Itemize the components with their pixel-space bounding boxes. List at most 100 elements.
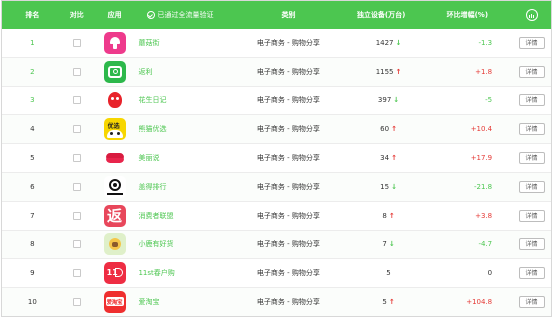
fanli-logo-icon[interactable] <box>103 60 126 83</box>
category-cell: 电子商务 - 购物分享 <box>256 125 320 134</box>
app-icon-cell <box>91 147 139 170</box>
detail-button[interactable]: 详情 <box>518 152 545 165</box>
detail-button[interactable]: 详情 <box>518 36 545 49</box>
xiaofeizhe-logo-icon[interactable]: 返 <box>103 204 126 227</box>
category-cell: 电子商务 - 购物分享 <box>256 154 320 163</box>
lips-logo-icon[interactable] <box>103 147 126 170</box>
action-cell: 详情 <box>512 152 551 165</box>
header-rank: 排名 <box>25 11 40 19</box>
detail-button[interactable]: 详情 <box>518 123 545 136</box>
compare-checkbox[interactable] <box>72 125 81 134</box>
app-name-link[interactable]: 蘑菇街 <box>138 39 159 47</box>
aitaobao-logo-icon[interactable]: 爱淘宝 <box>103 291 126 314</box>
header-verified[interactable]: 已通过全流量验证 <box>139 10 238 20</box>
action-cell: 详情 <box>512 296 551 309</box>
arrow-up-icon: ↑ <box>391 154 397 163</box>
rank-cell: 5 <box>30 154 35 163</box>
app-name-link[interactable]: 小鹿有好货 <box>138 240 173 248</box>
compare-checkbox[interactable] <box>72 67 81 76</box>
devices-cell: 15 ↓ <box>340 183 423 191</box>
app-icon-cell: 优选 <box>91 118 139 141</box>
app-name-link[interactable]: 熊猫优选 <box>138 125 166 133</box>
table-header: 排名 对比 应用 已通过全流量验证 类别 独立设备(万台) 环比增幅(%) <box>2 1 551 29</box>
devices-cell: 34 ↑ <box>340 154 423 162</box>
table-row: 10 爱淘宝 爱淘宝 电子商务 - 购物分享 5 ↑ +104.8 详情 <box>2 288 551 316</box>
mogujie-logo-icon[interactable] <box>103 31 126 54</box>
compare-checkbox[interactable] <box>72 211 81 220</box>
detail-button[interactable]: 详情 <box>518 94 545 107</box>
change-cell: -4.7 <box>478 240 493 249</box>
compare-cell <box>63 96 91 105</box>
detail-button[interactable]: 详情 <box>518 209 545 222</box>
compare-cell <box>63 125 91 134</box>
rank-cell: 10 <box>27 298 37 307</box>
compare-checkbox[interactable] <box>72 269 81 278</box>
compare-checkbox[interactable] <box>72 38 81 47</box>
detail-button[interactable]: 详情 <box>518 180 545 193</box>
rank-cell: 1 <box>30 38 35 47</box>
gaide-logo-icon[interactable] <box>103 175 126 198</box>
app-name-cell: 11st春户购 <box>138 268 237 278</box>
detail-button[interactable]: 详情 <box>518 238 545 251</box>
app-name-link[interactable]: 消费者联盟 <box>138 212 173 220</box>
app-name-link[interactable]: 美丽说 <box>138 154 159 162</box>
header-chart-button[interactable] <box>512 9 551 21</box>
huasheng-logo-icon[interactable] <box>103 89 126 112</box>
compare-checkbox[interactable] <box>72 154 81 163</box>
app-name-link[interactable]: 盖得排行 <box>138 183 166 191</box>
category-cell: 电子商务 - 购物分享 <box>256 38 320 47</box>
compare-checkbox[interactable] <box>72 240 81 249</box>
header-app: 应用 <box>107 11 122 19</box>
action-cell: 详情 <box>512 65 551 78</box>
arrow-down-icon: ↓ <box>388 240 395 249</box>
11st-logo-icon[interactable]: 11 <box>103 262 126 285</box>
change-cell: +104.8 <box>466 298 493 307</box>
detail-button[interactable]: 详情 <box>518 296 545 309</box>
app-name-link[interactable]: 返利 <box>138 68 152 76</box>
compare-cell <box>63 67 91 76</box>
header-category: 类别 <box>281 11 296 19</box>
change-cell: +1.8 <box>475 67 493 76</box>
devices-value: 7 <box>382 240 387 249</box>
table-row: 5 美丽说 电子商务 - 购物分享 34 ↑ +17.9 详情 <box>2 144 551 173</box>
arrow-up-icon: ↑ <box>395 67 402 76</box>
app-name-cell: 花生日记 <box>138 95 237 105</box>
app-name-link[interactable]: 11st春户购 <box>138 269 174 277</box>
app-name-cell: 返利 <box>138 67 237 77</box>
devices-cell: 397 ↓ <box>340 96 423 104</box>
rank-cell: 6 <box>30 182 35 191</box>
rank-cell: 2 <box>30 67 35 76</box>
app-icon-cell <box>91 60 139 83</box>
app-name-link[interactable]: 爱淘宝 <box>138 298 159 306</box>
compare-checkbox[interactable] <box>72 298 81 307</box>
devices-cell: 60 ↑ <box>340 125 423 133</box>
compare-cell <box>63 154 91 163</box>
devices-cell: 7 ↓ <box>340 240 423 248</box>
rank-cell: 8 <box>30 240 35 249</box>
deer-logo-icon[interactable] <box>103 233 126 256</box>
app-icon-cell <box>91 175 139 198</box>
table-row: 4 优选 熊猫优选 电子商务 - 购物分享 60 ↑ +10.4 详情 <box>2 115 551 145</box>
panda-logo-icon[interactable]: 优选 <box>103 118 126 141</box>
action-cell: 详情 <box>512 36 551 49</box>
app-name-cell: 蘑菇街 <box>138 38 237 48</box>
rank-cell: 3 <box>30 96 35 105</box>
compare-checkbox[interactable] <box>72 182 81 191</box>
table-row: 6 盖得排行 电子商务 - 购物分享 15 ↓ -21.8 详情 <box>2 172 551 202</box>
header-compare: 对比 <box>69 11 84 19</box>
compare-checkbox[interactable] <box>72 96 81 105</box>
action-cell: 详情 <box>512 123 551 136</box>
table-row: 1 蘑菇街 电子商务 - 购物分享 1427 ↓ -1.3 详情 <box>2 29 551 58</box>
detail-button[interactable]: 详情 <box>518 65 545 78</box>
app-name-cell: 消费者联盟 <box>138 211 237 221</box>
devices-cell: 5 ↑ <box>340 298 423 306</box>
devices-value: 60 <box>380 125 390 134</box>
detail-button[interactable]: 详情 <box>518 267 545 280</box>
app-name-cell: 盖得排行 <box>138 182 237 192</box>
rank-cell: 7 <box>30 211 35 220</box>
app-name-link[interactable]: 花生日记 <box>138 96 166 104</box>
category-cell: 电子商务 - 购物分享 <box>256 67 320 76</box>
change-cell: +3.8 <box>475 211 493 220</box>
devices-value: 1427 <box>375 38 394 47</box>
devices-value: 1155 <box>375 67 394 76</box>
